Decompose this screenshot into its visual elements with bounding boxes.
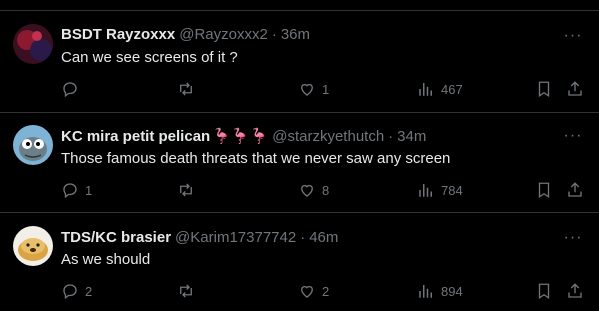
reply-button[interactable] [61,80,85,98]
more-icon[interactable]: ··· [563,128,583,151]
bookmark-icon [538,283,550,300]
tweet-text: Those famous death threats that we never… [61,150,451,167]
views-icon [419,83,432,96]
avatar[interactable] [13,125,53,165]
bookmark-button[interactable] [535,282,553,300]
views-button[interactable]: 784 [417,181,463,199]
views-icon [419,285,432,298]
like-count: 2 [322,283,330,299]
retweet-button[interactable] [177,282,201,300]
retweet-icon [180,183,192,197]
heart-icon [301,184,313,197]
tweet-1[interactable]: BSDT Rayzoxxx @Rayzoxxx2 · 36m ··· Can w… [0,11,599,113]
views-count: 784 [441,182,463,198]
avatar[interactable] [13,24,53,64]
more-icon[interactable]: ··· [563,28,583,51]
share-icon [568,81,582,96]
share-button[interactable] [566,80,584,98]
heart-icon [301,83,313,96]
views-icon [419,184,432,197]
views-count: 894 [441,283,463,299]
views-button[interactable]: 467 [417,80,463,98]
timestamp[interactable]: 46m [309,229,338,246]
retweet-button[interactable] [177,181,201,199]
like-button[interactable]: 2 [298,282,329,300]
share-button[interactable] [566,181,584,199]
share-button[interactable] [566,282,584,300]
views-count: 467 [441,81,463,97]
like-button[interactable]: 8 [298,181,329,199]
reply-button[interactable]: 2 [61,282,92,300]
avatar[interactable] [13,226,53,266]
reply-icon [63,183,77,199]
separator: · [300,229,306,246]
bookmark-icon [538,182,550,199]
bookmark-icon [538,81,550,98]
separator: · [271,26,277,43]
bookmark-button[interactable] [535,181,553,199]
like-count: 8 [322,182,330,198]
flamingo-emoji: 🦩🦩🦩 [212,128,269,145]
tweet-text: Can we see screens of it ? [61,49,238,66]
tweet-text: As we should [61,251,151,268]
tweet-2[interactable]: KC mira petit pelican 🦩🦩🦩 @starzkyethutc… [0,113,599,213]
views-button[interactable]: 894 [417,282,463,300]
tweet-3[interactable]: TDS/KC brasier @Karim17377742 · 46m ··· … [0,213,599,311]
author-name[interactable]: KC mira petit pelican [61,128,210,145]
separator: · [388,128,394,145]
heart-icon [301,285,313,298]
retweet-icon [180,284,192,298]
author-handle[interactable]: @Karim17377742 [175,229,296,246]
author-name[interactable]: BSDT Rayzoxxx [61,26,175,43]
timestamp[interactable]: 36m [281,26,310,43]
reply-count: 1 [85,182,93,198]
like-button[interactable]: 1 [298,80,329,98]
retweet-button[interactable] [177,80,201,98]
author-handle[interactable]: @Rayzoxxx2 [179,26,268,43]
share-icon [568,283,582,298]
author-name[interactable]: TDS/KC brasier [61,229,171,246]
reply-icon [63,284,77,300]
author-handle[interactable]: @starzkyethutch [272,128,384,145]
retweet-icon [180,82,192,96]
timestamp[interactable]: 34m [397,128,426,145]
reply-button[interactable]: 1 [61,181,92,199]
bookmark-button[interactable] [535,80,553,98]
share-icon [568,182,582,197]
top-divider [0,0,599,11]
more-icon[interactable]: ··· [563,230,583,253]
reply-icon [63,82,77,98]
like-count: 1 [322,81,330,97]
reply-count: 2 [85,283,93,299]
